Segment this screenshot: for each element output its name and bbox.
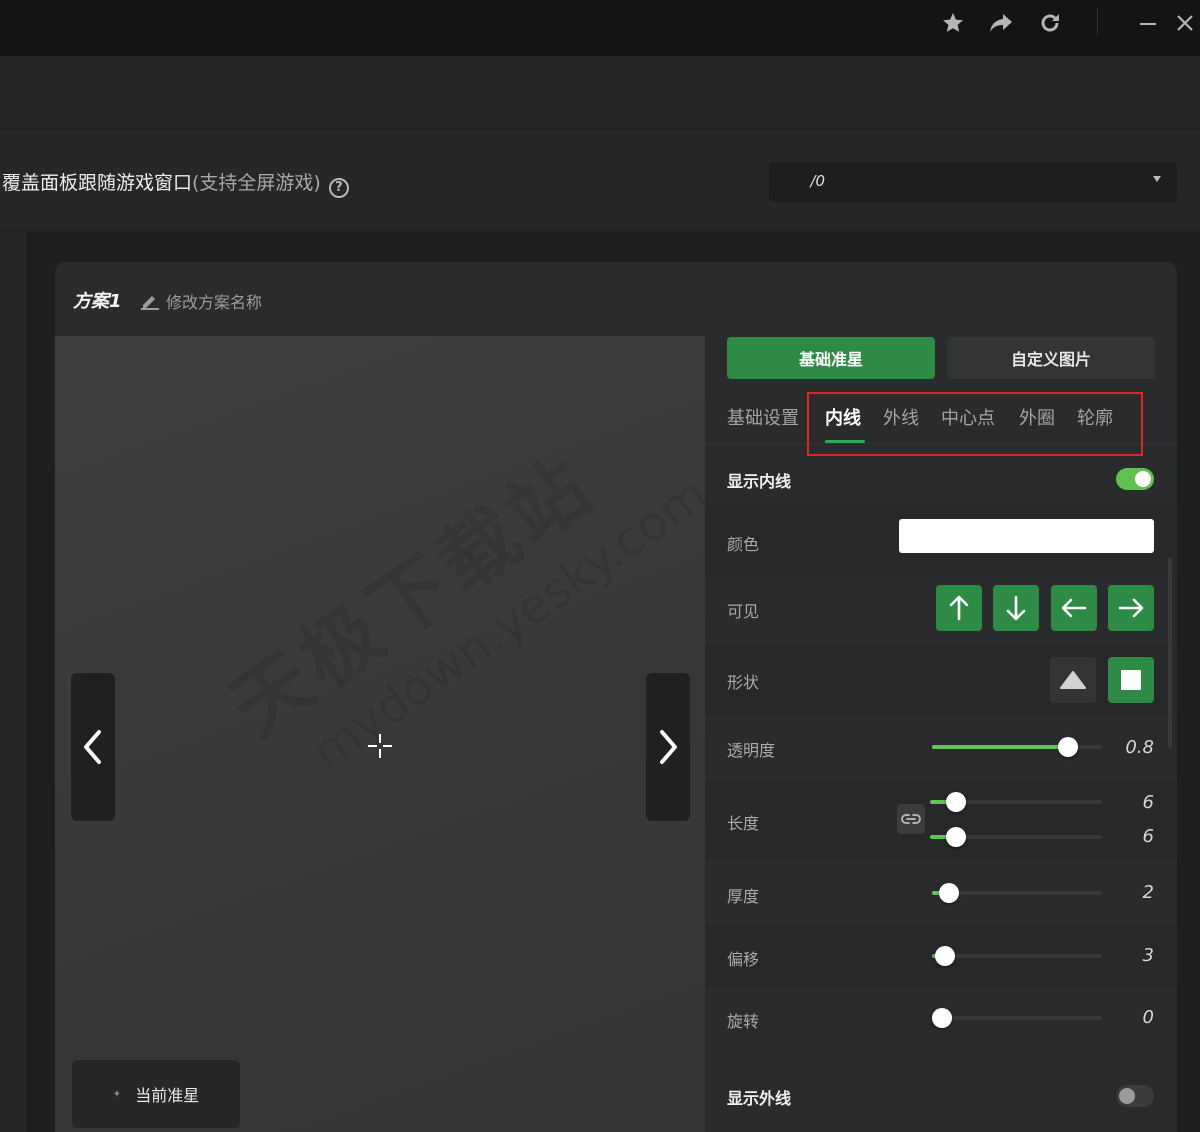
window-select[interactable]: /0 (769, 162, 1177, 202)
left-strip (0, 232, 26, 1132)
slider-thumb[interactable] (945, 827, 966, 847)
current-crosshair-label: 当前准星 (135, 1086, 200, 1105)
slider-thumb[interactable] (939, 883, 959, 903)
follow-window-main-label: 覆盖面板跟随游戏窗口 (2, 172, 193, 194)
length-slider-2[interactable] (930, 827, 1102, 847)
current-crosshair-button[interactable]: ✦ 当前准星 (72, 1060, 240, 1128)
offset-value: 3 (1142, 945, 1154, 966)
thickness-slider[interactable] (932, 883, 1102, 903)
basic-crosshair-button[interactable]: 基础准星 (727, 337, 935, 379)
scheme-title: 方案1 (73, 291, 122, 312)
slider-thumb[interactable] (1058, 737, 1078, 757)
slider-fill (932, 745, 1068, 749)
refresh-icon[interactable] (1035, 8, 1065, 38)
crosshair-dot-icon: ✦ (112, 1088, 122, 1100)
arrow-down-icon (1006, 595, 1026, 621)
color-picker[interactable] (899, 519, 1154, 553)
thickness-value: 2 (1142, 882, 1154, 903)
help-icon[interactable]: ? (328, 178, 349, 198)
custom-image-button[interactable]: 自定义图片 (947, 337, 1155, 379)
arrow-left-icon (1061, 598, 1087, 618)
show-outer-label: 显示外线 (727, 1089, 792, 1108)
follow-window-setting: 覆盖面板跟随游戏窗口(支持全屏游戏)? /0 (0, 130, 1200, 232)
annotation-highlight-box (807, 392, 1143, 456)
shape-square-button[interactable] (1108, 657, 1154, 703)
rotation-slider[interactable] (932, 1008, 1102, 1028)
shape-row (705, 645, 1177, 715)
visible-left-button[interactable] (1051, 585, 1097, 631)
star-icon[interactable] (938, 8, 968, 38)
follow-window-sublabel: (支持全屏游戏) (192, 172, 321, 194)
offset-label: 偏移 (727, 950, 760, 969)
visible-label: 可见 (727, 602, 760, 621)
opacity-slider[interactable] (932, 737, 1102, 757)
edit-icon (141, 296, 159, 310)
length-value-1: 6 (1142, 792, 1154, 813)
next-scheme-button[interactable] (646, 673, 690, 821)
shape-label: 形状 (727, 673, 760, 692)
slider-thumb[interactable] (945, 792, 966, 812)
rotation-label: 旋转 (727, 1012, 760, 1031)
link-length-button[interactable] (897, 804, 925, 834)
length-row (705, 780, 1177, 860)
show-inner-label: 显示内线 (727, 472, 792, 491)
chevron-left-icon (84, 730, 101, 764)
tab-basic-settings[interactable]: 基础设置 (727, 404, 799, 430)
visible-down-button[interactable] (993, 585, 1039, 631)
previous-scheme-button[interactable] (71, 673, 115, 821)
watermark-cn: 天极下载站 (215, 439, 612, 755)
shape-triangle-button[interactable] (1050, 657, 1096, 703)
square-icon (1121, 670, 1141, 690)
rename-scheme-button[interactable]: 修改方案名称 (140, 289, 262, 313)
title-bar (0, 0, 1200, 56)
titlebar-separator (1097, 8, 1098, 36)
close-icon[interactable] (1170, 8, 1200, 38)
header-band (0, 56, 1200, 130)
visible-up-button[interactable] (936, 585, 982, 631)
window-select-value: /0 (810, 172, 825, 190)
arrow-up-icon (949, 595, 969, 621)
link-icon (901, 814, 921, 824)
follow-window-label: 覆盖面板跟随游戏窗口(支持全屏游戏)? (2, 168, 349, 198)
slider-thumb[interactable] (932, 1008, 952, 1028)
slider-thumb[interactable] (934, 946, 955, 966)
opacity-label: 透明度 (727, 741, 776, 760)
arrow-right-icon (1118, 598, 1144, 618)
length-slider-1[interactable] (930, 792, 1102, 812)
thickness-label: 厚度 (727, 887, 760, 906)
opacity-value: 0.8 (1125, 737, 1154, 758)
triangle-icon (1060, 671, 1086, 689)
rotation-value: 0 (1142, 1007, 1154, 1028)
offset-slider[interactable] (932, 946, 1102, 966)
chevron-right-icon (660, 730, 677, 764)
color-label: 颜色 (727, 535, 760, 554)
share-icon[interactable] (986, 8, 1016, 38)
visible-right-button[interactable] (1108, 585, 1154, 631)
crosshair-preview-icon (368, 734, 392, 758)
minimize-icon[interactable] (1133, 8, 1163, 38)
toggle-knob (1135, 471, 1151, 487)
watermark-en: mydown.yesky.com (302, 466, 705, 781)
length-value-2: 6 (1142, 826, 1154, 847)
show-inner-toggle[interactable] (1116, 468, 1154, 490)
length-label: 长度 (727, 814, 760, 833)
show-outer-toggle[interactable] (1116, 1085, 1154, 1107)
chevron-down-icon (1153, 176, 1161, 182)
watermark: 天极下载站 mydown.yesky.com (205, 374, 705, 803)
toggle-knob (1119, 1088, 1135, 1104)
panel-scrollbar[interactable] (1168, 558, 1172, 748)
rename-label: 修改方案名称 (166, 293, 263, 312)
